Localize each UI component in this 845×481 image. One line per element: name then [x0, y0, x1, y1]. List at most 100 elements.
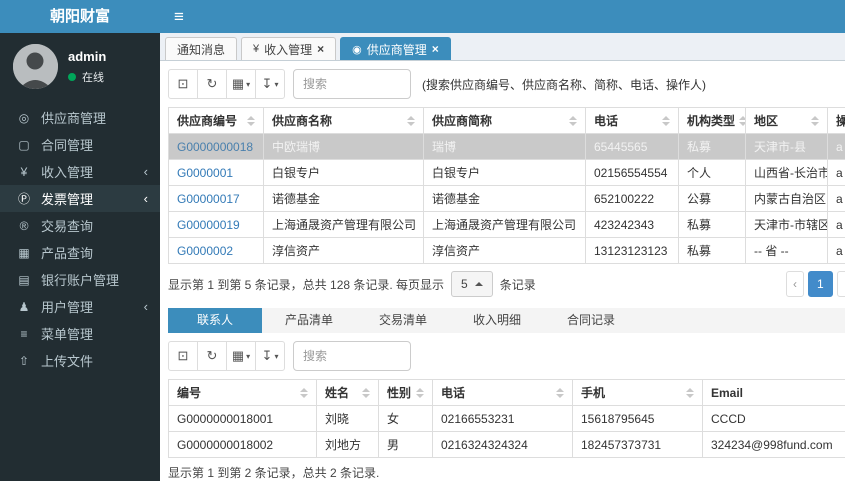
sidebar-item-income[interactable]: ¥ 收入管理 ‹ [0, 158, 160, 185]
sidebar-item-users[interactable]: ♟ 用户管理 ‹ [0, 293, 160, 320]
columns-button[interactable]: ▦ ▾ [226, 341, 256, 371]
table-cell: 私募 [678, 211, 746, 238]
refresh-button[interactable]: ↻ [197, 69, 227, 99]
column-header[interactable]: 电话 [585, 107, 679, 134]
sidebar-item-menus[interactable]: ≡ 菜单管理 [0, 320, 160, 347]
column-header[interactable]: 供应商名称 [263, 107, 424, 134]
column-header[interactable]: 性别 [378, 379, 433, 406]
table-cell: a [827, 133, 845, 160]
sidebar-item-suppliers[interactable]: ◎ 供应商管理 [0, 104, 160, 131]
chevron-left-icon: ‹ [143, 164, 148, 179]
tab-notifications[interactable]: 通知消息 [165, 37, 238, 60]
sort-icon [569, 115, 577, 126]
online-dot-icon [68, 72, 76, 81]
supplier-icon: ◎ [18, 110, 30, 125]
page-2-button[interactable]: 2 [836, 271, 845, 297]
sidebar-item-label: 用户管理 [41, 300, 94, 315]
table-cell: 白银专户 [263, 159, 424, 186]
toggle-view-button[interactable]: ⊡ [168, 341, 198, 371]
upload-icon: ⇧ [18, 353, 30, 368]
column-header[interactable]: 供应商简称 [423, 107, 586, 134]
product-icon: ▦ [18, 245, 30, 260]
contacts-table-wrapper: 编号 姓名 性别 电话 手机 Email G0000000018001 刘晓 女… [168, 379, 845, 458]
sort-icon [686, 387, 694, 398]
contacts-pagination-info: 显示第 1 到第 2 条记录，总共 2 条记录. [168, 466, 380, 480]
contacts-table: 编号 姓名 性别 电话 手机 Email G0000000018001 刘晓 女… [168, 379, 845, 458]
tab-bar: 通知消息 ¥ 收入管理 × ◉ 供应商管理 × [160, 33, 845, 61]
caret-down-icon: ▾ [274, 79, 279, 89]
tab-supplier-management[interactable]: ◉ 供应商管理 × [340, 37, 451, 60]
suppliers-header-row: 供应商编号 供应商名称 供应商简称 电话 机构类型 地区 操作人 [168, 107, 845, 134]
sidebar-item-label: 交易查询 [41, 219, 94, 234]
tab-income-management[interactable]: ¥ 收入管理 × [241, 37, 337, 60]
column-header[interactable]: 操作人 [827, 107, 845, 134]
user-status[interactable]: 在线 [68, 69, 106, 85]
supplier-code-link[interactable]: G0000001 [177, 166, 233, 180]
table-cell: 刘晓 [316, 405, 379, 432]
supplier-row[interactable]: G00000017 诺德基金 诺德基金 652100222 公募 内蒙古自治区 … [168, 185, 845, 212]
detail-tab-products[interactable]: 产品清单 [262, 308, 356, 333]
page-1-button[interactable]: 1 [808, 271, 833, 297]
supplier-search-input[interactable] [293, 69, 411, 99]
detail-tab-income[interactable]: 收入明细 [450, 308, 544, 333]
column-header[interactable]: 电话 [432, 379, 573, 406]
toggle-icon: ⊡ [177, 348, 189, 363]
sidebar-item-transactions[interactable]: ® 交易查询 [0, 212, 160, 239]
contact-row[interactable]: G0000000018002 刘地方 男 0216324324324 18245… [168, 431, 845, 458]
supplier-row[interactable]: G0000001 白银专户 白银专户 02156554554 个人 山西省-长治… [168, 159, 845, 186]
sort-icon [362, 387, 370, 398]
sidebar-toggle-hamburger-icon[interactable]: ≡ [160, 0, 198, 33]
sidebar-item-invoices[interactable]: Ⓟ 发票管理 ‹ [0, 185, 160, 212]
column-header[interactable]: Email [702, 379, 845, 406]
column-header[interactable]: 手机 [572, 379, 703, 406]
table-cell: 324234@998fund.com [702, 431, 845, 458]
table-cell: 男 [378, 431, 433, 458]
page-size-select[interactable]: 5 [451, 271, 493, 297]
table-cell: a [827, 211, 845, 238]
toggle-view-button[interactable]: ⊡ [168, 69, 198, 99]
supplier-icon: ◉ [352, 43, 362, 56]
contacts-search-input[interactable] [293, 341, 411, 371]
contract-icon: ▢ [18, 137, 30, 152]
export-icon: ↧ [261, 348, 273, 363]
table-cell: 白银专户 [423, 159, 586, 186]
columns-button[interactable]: ▦ ▾ [226, 69, 256, 99]
sidebar-item-bank-accounts[interactable]: ▤ 银行账户管理 [0, 266, 160, 293]
column-header[interactable]: 姓名 [316, 379, 379, 406]
table-cell: 65445565 [585, 133, 679, 160]
supplier-code-link[interactable]: G0000000018 [177, 140, 253, 154]
prev-page-button[interactable]: ‹ [786, 271, 804, 297]
table-cell: 内蒙古自治区 [745, 185, 828, 212]
tab-label: 通知消息 [177, 42, 226, 57]
contacts-header-row: 编号 姓名 性别 电话 手机 Email [168, 379, 845, 406]
export-button[interactable]: ↧ ▾ [255, 341, 285, 371]
close-icon[interactable]: × [432, 42, 439, 56]
sidebar-item-products[interactable]: ▦ 产品查询 [0, 239, 160, 266]
detail-tab-transactions[interactable]: 交易清单 [356, 308, 450, 333]
supplier-code-link[interactable]: G0000002 [177, 244, 233, 258]
column-header[interactable]: 地区 [745, 107, 828, 134]
export-button[interactable]: ↧ ▾ [255, 69, 285, 99]
sidebar-item-upload[interactable]: ⇧ 上传文件 [0, 347, 160, 374]
page-size-value: 5 [461, 277, 468, 291]
supplier-row[interactable]: G00000019 上海通晟资产管理有限公司 上海通晟资产管理有限公司 4232… [168, 211, 845, 238]
sort-icon [556, 387, 564, 398]
refresh-button[interactable]: ↻ [197, 341, 227, 371]
table-cell: 13123123123 [585, 237, 679, 264]
column-header[interactable]: 编号 [168, 379, 317, 406]
detail-tab-contracts[interactable]: 合同记录 [544, 308, 638, 333]
supplier-code-link[interactable]: G00000017 [177, 192, 240, 206]
contact-row[interactable]: G0000000018001 刘晓 女 02166553231 15618795… [168, 405, 845, 432]
supplier-code-link[interactable]: G00000019 [177, 218, 240, 232]
supplier-row[interactable]: G0000000018 中欧瑞博 瑞博 65445565 私募 天津市-县 a [168, 133, 845, 160]
sidebar-item-contracts[interactable]: ▢ 合同管理 [0, 131, 160, 158]
avatar [13, 44, 58, 89]
column-header[interactable]: 机构类型 [678, 107, 746, 134]
close-icon[interactable]: × [317, 42, 324, 56]
supplier-row[interactable]: G0000002 淳信资产 淳信资产 13123123123 私募 -- 省 -… [168, 237, 845, 264]
tab-label: 供应商管理 [366, 42, 427, 57]
detail-tab-contacts[interactable]: 联系人 [168, 308, 262, 333]
table-cell: a [827, 159, 845, 186]
column-header[interactable]: 供应商编号 [168, 107, 264, 134]
table-cell: 私募 [678, 237, 746, 264]
